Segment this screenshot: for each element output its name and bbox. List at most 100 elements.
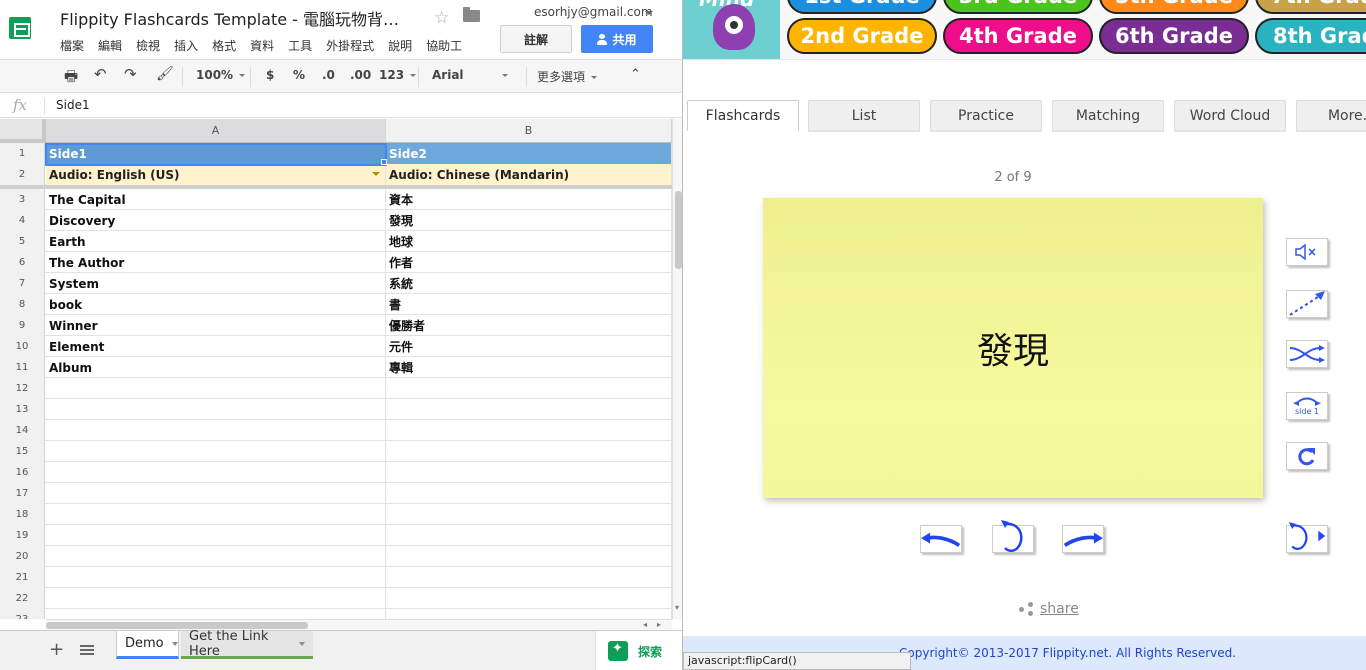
- paint-format-icon[interactable]: 🖌: [156, 66, 174, 82]
- all-sheets-icon[interactable]: [80, 645, 94, 655]
- print-icon[interactable]: 🖶: [64, 66, 78, 91]
- cell-side1[interactable]: [46, 588, 386, 609]
- switch-side-button[interactable]: side 1: [1286, 392, 1328, 420]
- brand-logo[interactable]: Mind: [683, 0, 780, 59]
- tab-matching[interactable]: Matching: [1052, 100, 1164, 130]
- cell-side2[interactable]: [386, 567, 672, 588]
- flashcard[interactable]: 發現: [763, 198, 1263, 498]
- grade-link[interactable]: 8th Grade: [1255, 18, 1366, 54]
- cell-side1[interactable]: Earth: [46, 231, 386, 252]
- tab-more[interactable]: More...: [1296, 100, 1366, 130]
- vertical-scroll-thumb[interactable]: [675, 191, 682, 269]
- cell-side2[interactable]: [386, 546, 672, 567]
- cell-side1[interactable]: Winner: [46, 315, 386, 336]
- cell-side2[interactable]: 專輯: [386, 357, 672, 378]
- fill-handle[interactable]: [381, 159, 387, 165]
- currency-format-button[interactable]: $: [266, 68, 274, 82]
- previous-card-button[interactable]: [920, 525, 962, 553]
- row-number[interactable]: 11: [0, 357, 45, 378]
- account-email[interactable]: esorhjy@gmail.com: [534, 5, 653, 19]
- cell-side2[interactable]: 作者: [386, 252, 672, 273]
- cell-side1[interactable]: [46, 483, 386, 504]
- row-number[interactable]: 22: [0, 588, 45, 609]
- percent-format-button[interactable]: %: [293, 68, 305, 82]
- add-sheet-icon[interactable]: +: [49, 639, 64, 660]
- cell-side2[interactable]: 書: [386, 294, 672, 315]
- row-number[interactable]: 19: [0, 525, 45, 546]
- row-number[interactable]: 16: [0, 462, 45, 483]
- scroll-right-icon[interactable]: ▸: [657, 620, 661, 629]
- row-number[interactable]: 20: [0, 546, 45, 567]
- menu-tools[interactable]: 工具: [288, 37, 312, 54]
- menu-addons[interactable]: 外掛程式: [326, 37, 374, 54]
- cell-side2[interactable]: [386, 525, 672, 546]
- tab-word-cloud[interactable]: Word Cloud: [1174, 100, 1286, 130]
- grade-link[interactable]: 4th Grade: [943, 18, 1093, 54]
- more-options-button[interactable]: 更多選項: [537, 68, 598, 85]
- cell-side2[interactable]: 系統: [386, 273, 672, 294]
- cell-side1[interactable]: [46, 609, 386, 619]
- next-card-button[interactable]: [1062, 525, 1104, 553]
- row-number[interactable]: 4: [0, 210, 45, 231]
- collapse-toolbar-icon[interactable]: ⌃: [630, 67, 641, 82]
- menu-help[interactable]: 說明: [388, 37, 412, 54]
- increase-decimal-button[interactable]: .00: [350, 68, 371, 82]
- cell-side2[interactable]: 資本: [386, 189, 672, 210]
- tab-flashcards[interactable]: Flashcards: [687, 100, 799, 131]
- shuffle-button[interactable]: [1286, 340, 1328, 368]
- row-number[interactable]: 9: [0, 315, 45, 336]
- sheet-tab-demo[interactable]: Demo: [116, 631, 179, 659]
- row-number[interactable]: 6: [0, 252, 45, 273]
- cell-side2[interactable]: 優勝者: [386, 315, 672, 336]
- formula-input[interactable]: Side1: [56, 98, 90, 112]
- row-number[interactable]: 12: [0, 378, 45, 399]
- cell-side2[interactable]: [386, 399, 672, 420]
- row-number[interactable]: 10: [0, 336, 45, 357]
- cell-side1[interactable]: Side1: [46, 143, 386, 164]
- cell-side1[interactable]: [46, 546, 386, 567]
- chevron-down-icon[interactable]: [299, 641, 305, 646]
- cell-side1[interactable]: [46, 399, 386, 420]
- cell-side2[interactable]: Audio: Chinese (Mandarin): [386, 164, 672, 185]
- explore-button[interactable]: 探索: [595, 631, 682, 670]
- share-link[interactable]: share: [1019, 601, 1079, 617]
- row-number[interactable]: 17: [0, 483, 45, 504]
- cell-side2[interactable]: 地球: [386, 231, 672, 252]
- grade-link[interactable]: 6th Grade: [1099, 18, 1249, 54]
- vertical-scrollbar[interactable]: ▾: [672, 119, 682, 619]
- menu-view[interactable]: 檢視: [136, 37, 160, 54]
- cell-side1[interactable]: book: [46, 294, 386, 315]
- grade-link[interactable]: 2nd Grade: [787, 18, 937, 54]
- cell-side2[interactable]: [386, 462, 672, 483]
- grade-link-top[interactable]: 7th Grade: [1255, 0, 1366, 14]
- auto-flip-button[interactable]: [1286, 522, 1328, 553]
- cell-side1[interactable]: The Author: [46, 252, 386, 273]
- cell-side2[interactable]: [386, 504, 672, 525]
- row-number[interactable]: 5: [0, 231, 45, 252]
- zoom-select[interactable]: 100%: [196, 68, 246, 82]
- select-all-corner[interactable]: [0, 119, 46, 143]
- grade-link-top[interactable]: 5th Grade: [1099, 0, 1249, 14]
- more-formats-select[interactable]: 123: [379, 68, 417, 82]
- account-caret-icon[interactable]: [645, 11, 653, 15]
- sheet-tab-get-link[interactable]: Get the Link Here: [181, 629, 313, 659]
- cell-side1[interactable]: [46, 567, 386, 588]
- row-number[interactable]: 14: [0, 420, 45, 441]
- tab-practice[interactable]: Practice: [930, 100, 1042, 130]
- star-icon[interactable]: ☆: [434, 8, 449, 28]
- cell-side1[interactable]: The Capital: [46, 189, 386, 210]
- column-header-b[interactable]: B: [386, 119, 672, 143]
- tab-list[interactable]: List: [808, 100, 920, 130]
- menu-data[interactable]: 資料: [250, 37, 274, 54]
- menu-file[interactable]: 檔案: [60, 37, 84, 54]
- cell-side1[interactable]: [46, 378, 386, 399]
- undo-icon[interactable]: ↶: [94, 65, 107, 83]
- row-number[interactable]: 23: [0, 609, 45, 619]
- scroll-down-icon[interactable]: ▾: [675, 603, 679, 612]
- cell-side2[interactable]: Side2: [386, 143, 672, 164]
- chevron-down-icon[interactable]: [171, 641, 178, 646]
- horizontal-scrollbar[interactable]: ◂ ▸: [46, 619, 672, 630]
- row-number[interactable]: 13: [0, 399, 45, 420]
- sheets-logo[interactable]: [0, 0, 40, 56]
- document-title[interactable]: Flippity Flashcards Template - 電腦玩物背…: [60, 6, 420, 30]
